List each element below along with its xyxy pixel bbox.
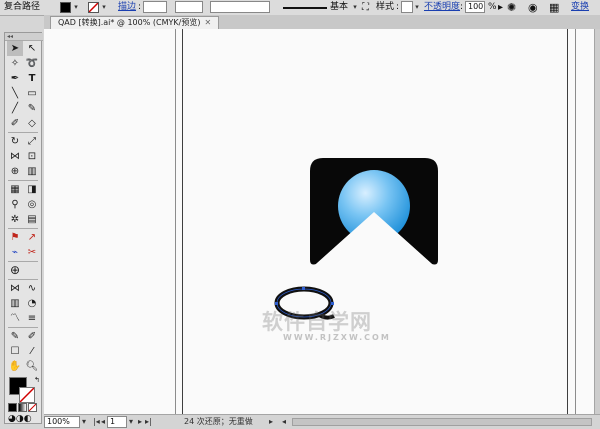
rotate-tool-icon[interactable]: ↻ <box>7 134 23 149</box>
gradient-mode-icon[interactable] <box>18 403 27 412</box>
scroll-left-icon[interactable]: ◂ <box>282 416 286 428</box>
width-tool-icon[interactable]: ⋈ <box>7 149 23 164</box>
measure-tool-icon[interactable]: ✎ <box>7 329 23 344</box>
scale-tool-icon[interactable]: ⤢ <box>24 134 40 149</box>
align-tool-icon[interactable]: ≡ <box>24 311 40 326</box>
watermark-url: WWW.RJZXW.COM <box>283 333 391 342</box>
zoom-dropdown-icon[interactable]: ▾ <box>82 416 86 428</box>
hand-tool-icon[interactable]: ✋ <box>7 359 23 374</box>
warp-tool-icon[interactable]: ⋈ <box>7 281 23 296</box>
knife-tool-icon[interactable]: ⁄ <box>24 344 40 359</box>
selection-tool-icon[interactable]: ➤ <box>7 41 23 56</box>
paintbrush-tool-icon[interactable]: ╱ <box>7 101 23 116</box>
graph-tool-icon[interactable]: 〽 <box>7 311 23 326</box>
zoom-field[interactable]: 100% <box>44 416 80 428</box>
perspective-grid-tool-icon[interactable]: ▥ <box>24 164 40 179</box>
eraser-tool-icon[interactable]: ◇ <box>24 116 40 131</box>
blob-brush-tool-icon[interactable]: ✐ <box>7 116 23 131</box>
column-graph-tool-icon[interactable]: ▤ <box>24 212 40 227</box>
horizontal-scrollbar[interactable] <box>292 418 592 426</box>
blend-tool-icon[interactable]: ◎ <box>24 197 40 212</box>
mesh-tool-icon[interactable]: ▦ <box>7 182 23 197</box>
symmetry-tool-icon[interactable]: ⊕ <box>7 263 23 278</box>
previous-artboard-icon[interactable]: ◂ <box>101 416 105 428</box>
crystallize-tool-icon[interactable]: ▥ <box>7 296 23 311</box>
next-artboard-icon[interactable]: ▸ <box>138 416 142 428</box>
live-paint-selection-tool-icon[interactable]: ↗ <box>24 230 40 245</box>
watermark-text: 软件自学网 <box>262 310 372 334</box>
type-tool-icon[interactable]: T <box>24 71 40 86</box>
color-mode-icon[interactable] <box>8 403 17 412</box>
artboard-number-field[interactable]: 1 <box>107 416 127 428</box>
stroke-color-box[interactable] <box>19 387 35 403</box>
artwork <box>274 158 438 320</box>
symbol-sprayer-tool-icon[interactable]: ✲ <box>7 212 23 227</box>
pen-tool-icon[interactable]: ✒ <box>7 71 23 86</box>
artboard-dropdown-icon[interactable]: ▾ <box>129 416 133 428</box>
slice-tool-icon[interactable]: ⌁ <box>7 245 23 260</box>
free-transform-tool-icon[interactable]: ⊡ <box>24 149 40 164</box>
first-artboard-icon[interactable]: |◂ <box>93 416 100 428</box>
scissors-tool-icon[interactable]: ✂ <box>24 245 40 260</box>
live-paint-bucket-tool-icon[interactable]: ⚑ <box>7 230 23 245</box>
draw-mode-icon[interactable]: ◕◑◐ <box>8 414 32 424</box>
lasso-tool-icon[interactable]: ➰ <box>24 56 40 71</box>
status-menu-icon[interactable]: ▸ <box>269 416 273 428</box>
none-slash-icon <box>19 387 35 403</box>
shape-builder-tool-icon[interactable]: ⊕ <box>7 164 23 179</box>
twirl-tool-icon[interactable]: ∿ <box>24 281 40 296</box>
last-artboard-icon[interactable]: ▸| <box>145 416 152 428</box>
status-bar: 100% ▾ |◂ ◂ 1 ▾ ▸ ▸| 24 次还原；无重做 ▸ ◂ <box>44 414 600 429</box>
tools-panel-grip[interactable]: ◂◂ <box>5 33 43 41</box>
magic-wand-tool-icon[interactable]: ✧ <box>7 56 23 71</box>
bloat-tool-icon[interactable]: ◔ <box>24 296 40 311</box>
gradient-tool-icon[interactable]: ◨ <box>24 182 40 197</box>
status-text[interactable]: 24 次还原；无重做 <box>184 416 253 428</box>
pencil-tool-icon[interactable]: ✎ <box>24 101 40 116</box>
none-mode-icon[interactable] <box>28 403 37 412</box>
zoom-color-tool-icon[interactable]: ✐ <box>24 329 40 344</box>
artboard-tool-icon[interactable]: ☐ <box>7 344 23 359</box>
line-tool-icon[interactable]: ╲ <box>7 86 23 101</box>
zoom-tool-icon[interactable]: 🔍︎ <box>24 359 40 374</box>
rectangle-tool-icon[interactable]: ▭ <box>24 86 40 101</box>
tools-panel: ◂◂ ➤ ↖ ✧ ➰ ✒ T ╲ ▭ ╱ ✎ ✐ ◇ ↻ ⤢ ⋈ ⊡ ⊕ ▥ ▦… <box>4 32 43 424</box>
eyedropper-tool-icon[interactable]: ⚲ <box>7 197 23 212</box>
swap-fill-stroke-icon[interactable]: ↰ <box>34 376 40 384</box>
direct-selection-tool-icon[interactable]: ↖ <box>24 41 40 56</box>
